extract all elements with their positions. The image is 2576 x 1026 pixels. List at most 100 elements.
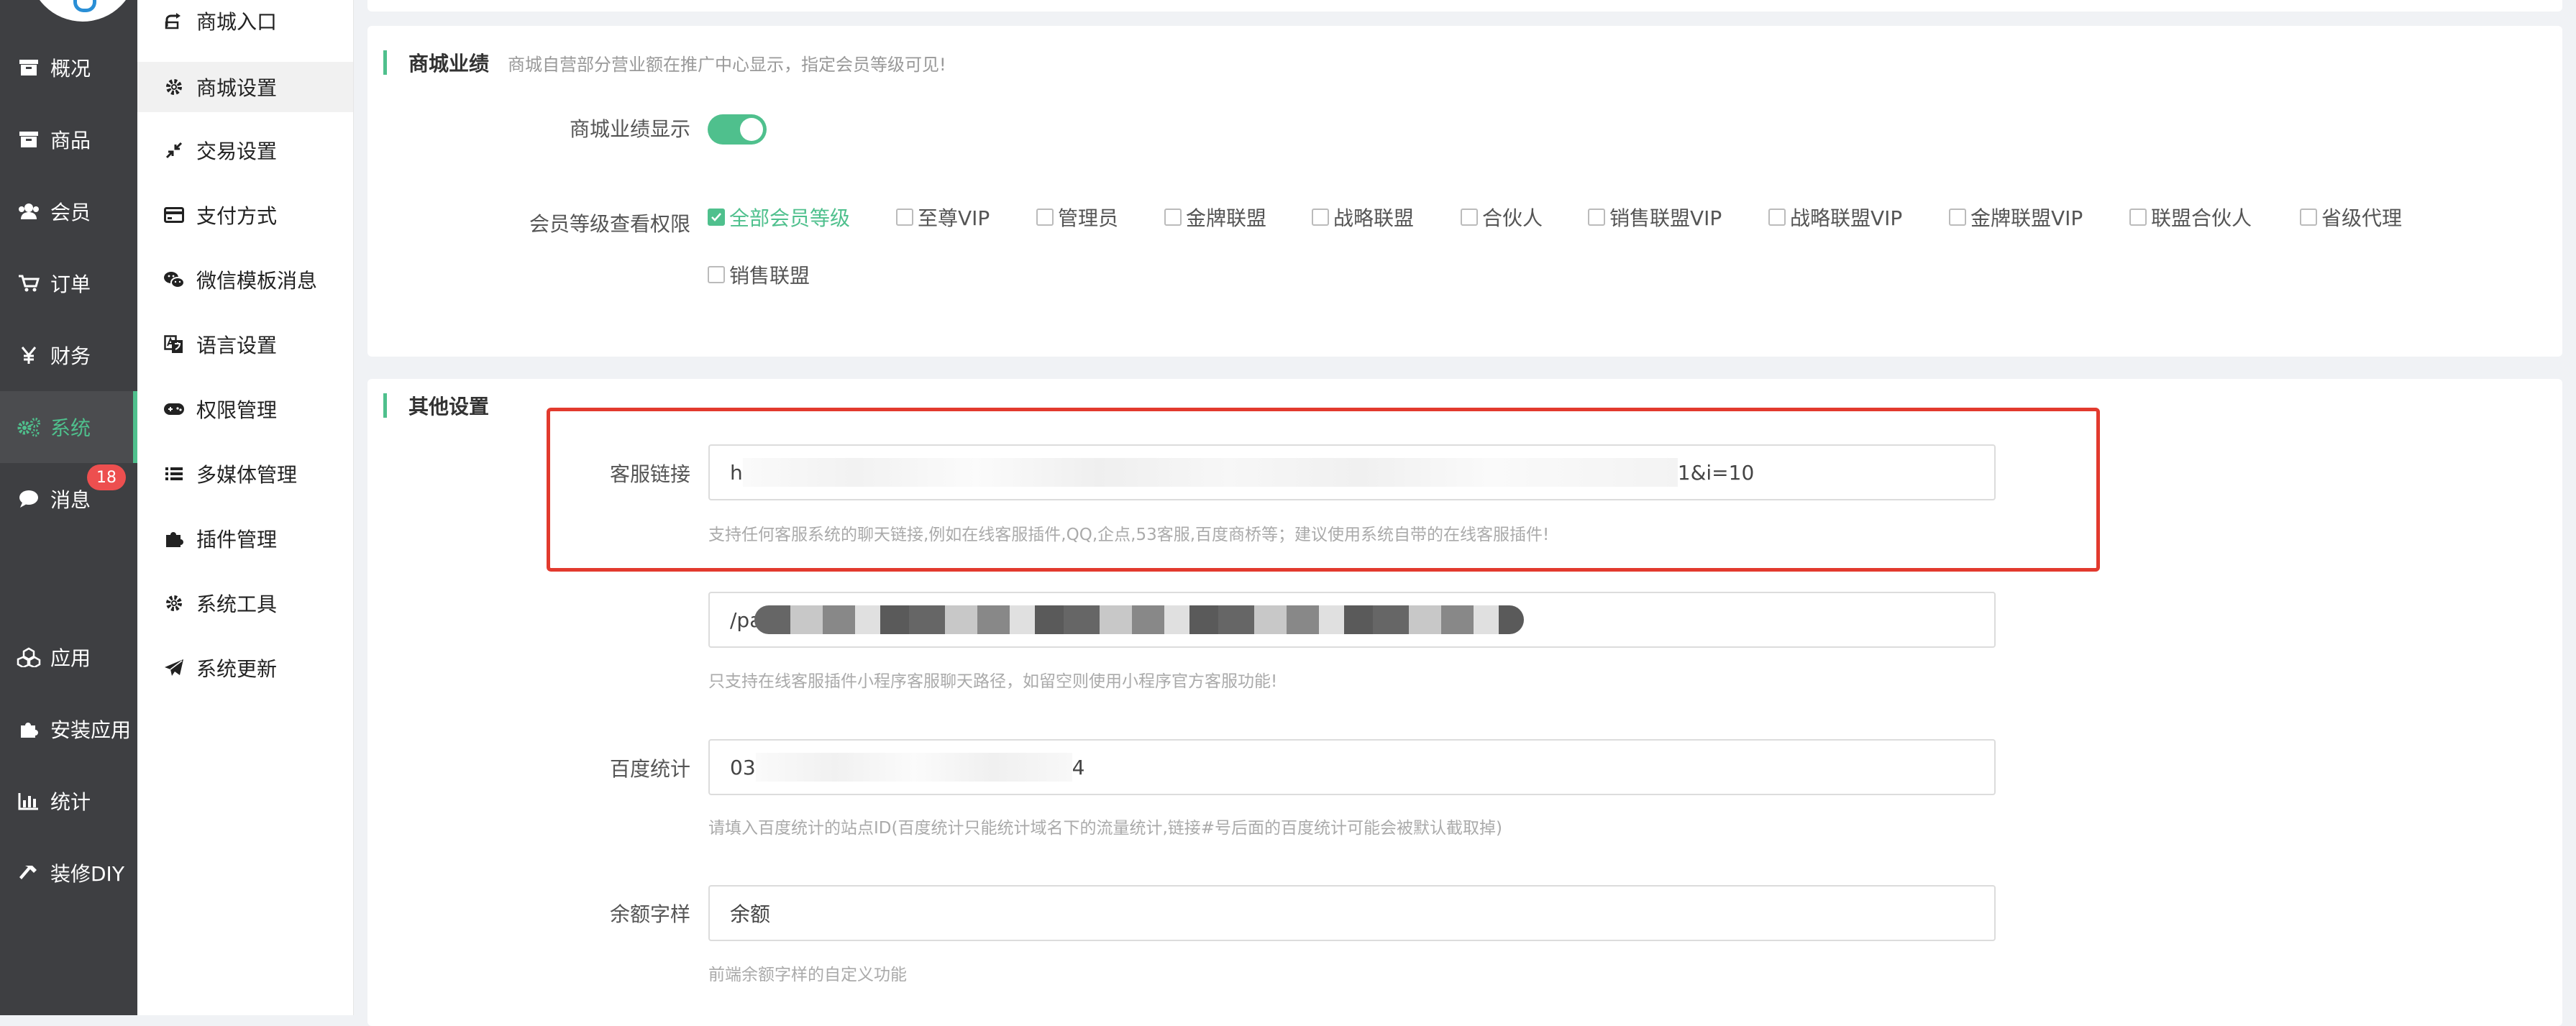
cart-icon (16, 274, 42, 293)
nav-item-label: 统计 (50, 790, 91, 814)
checkmark-icon (708, 209, 725, 226)
service-link-hint: 支持任何客服系统的聊天链接,例如在线客服插件,QQ,企点,53客服,百度商桥等；… (708, 526, 1550, 544)
section-title: 商城业绩 (408, 52, 490, 75)
member-level-checkbox[interactable]: 销售联盟VIP (1588, 203, 1722, 232)
compress-icon (163, 142, 185, 159)
subnav-item-5[interactable]: 语言设置 (137, 319, 353, 370)
checkbox-box (2300, 209, 2317, 226)
nav-item-5[interactable]: 系统 (0, 391, 137, 463)
share-icon (163, 12, 185, 29)
credit-card-icon (163, 207, 185, 223)
subnav-item-2[interactable]: 交易设置 (137, 125, 353, 175)
member-level-checkbox[interactable]: 战略联盟VIP (1768, 203, 1902, 232)
puzzle-icon (163, 528, 185, 549)
redacted-text (754, 605, 1525, 634)
main-sidebar: 概况 商品 会员 订单 财务 系统 消息 应用 安装应用 统计 装修DIY 18 (0, 0, 137, 1015)
hammer-icon (16, 863, 42, 883)
users-icon (16, 202, 42, 221)
subnav-item-7[interactable]: 多媒体管理 (137, 449, 353, 499)
member-level-label: 销售联盟VIP (1609, 206, 1722, 230)
section-header: 其他设置 (383, 393, 489, 418)
nav-item-4[interactable]: 财务 (0, 319, 137, 391)
nav-item-label: 财务 (50, 344, 91, 368)
display-label: 商城业绩显示 (569, 117, 690, 141)
puzzle-icon (16, 719, 42, 739)
checkbox-box (1949, 209, 1966, 226)
nav-item-label: 安装应用 (50, 718, 132, 742)
settings-subnav: 商城入口商城设置交易设置支付方式微信模板消息语言设置权限管理多媒体管理插件管理系… (137, 0, 354, 1015)
checkbox-box (1768, 209, 1786, 226)
checkbox-box (896, 209, 913, 226)
messages-badge: 18 (87, 464, 126, 490)
wechat-icon (163, 270, 185, 289)
nav-item-label: 应用 (50, 646, 91, 670)
nav-item-8[interactable]: 安装应用 (0, 693, 137, 765)
subnav-item-label: 系统更新 (196, 657, 278, 681)
gears-icon (16, 417, 42, 437)
subnav-item-6[interactable]: 权限管理 (137, 384, 353, 434)
redacted-text (755, 753, 1072, 782)
subnav-item-label: 商城设置 (196, 76, 278, 100)
baidu-stats-hint: 请填入百度统计的站点ID(百度统计只能统计域名下的流量统计,链接#号后面的百度统… (708, 819, 1503, 838)
bar-chart-icon (16, 792, 42, 810)
baidu-stats-input[interactable]: 03 4 (708, 739, 1996, 795)
performance-card: 商城业绩 商城自营部分营业额在推广中心显示，指定会员等级可见! 商城业绩显示 会… (367, 26, 2562, 357)
balance-wording-input[interactable]: 余额 (708, 885, 1996, 941)
subnav-item-3[interactable]: 支付方式 (137, 190, 353, 240)
gear-icon (163, 78, 185, 96)
service-link-input[interactable]: h 1&i=10 (708, 444, 1996, 500)
member-level-label: 全部会员等级 (729, 206, 851, 230)
nav-item-2[interactable]: 会员 (0, 175, 137, 247)
checkbox-box (1588, 209, 1605, 226)
member-level-checkbox[interactable]: 联盟合伙人 (2129, 203, 2252, 232)
checkbox-box (1036, 209, 1054, 226)
member-level-checkbox[interactable]: 销售联盟 (708, 260, 810, 289)
subnav-item-label: 系统工具 (196, 592, 278, 616)
member-level-label: 合伙人 (1482, 206, 1543, 230)
nav-item-label: 概况 (50, 57, 91, 81)
performance-display-toggle[interactable] (708, 114, 767, 145)
member-level-label: 销售联盟 (729, 264, 810, 288)
subnav-item-0[interactable]: 商城入口 (137, 0, 353, 46)
gear-icon (163, 595, 185, 612)
member-level-checkbox[interactable]: 金牌联盟 (1164, 203, 1266, 232)
previous-card (367, 0, 2562, 12)
member-level-checkbox[interactable]: 金牌联盟VIP (1949, 203, 2083, 232)
subnav-item-4[interactable]: 微信模板消息 (137, 255, 353, 305)
subnav-item-label: 权限管理 (196, 398, 278, 422)
subnav-item-label: 语言设置 (196, 334, 278, 357)
subnav-item-label: 插件管理 (196, 528, 278, 551)
mini-program-path-input[interactable]: /pa (708, 592, 1996, 648)
subnav-item-label: 多媒体管理 (196, 463, 298, 487)
subnav-item-10[interactable]: 系统更新 (137, 643, 353, 693)
nav-item-0[interactable]: 概况 (0, 32, 137, 104)
nav-item-10[interactable]: 装修DIY (0, 837, 137, 909)
checkbox-box (1312, 209, 1329, 226)
member-level-label: 战略联盟 (1333, 206, 1415, 230)
member-level-checkbox[interactable]: 合伙人 (1461, 203, 1543, 232)
nav-item-3[interactable]: 订单 (0, 247, 137, 319)
checkbox-box (1164, 209, 1182, 226)
nav-item-7[interactable]: 应用 (0, 621, 137, 693)
member-level-checkbox[interactable]: 战略联盟 (1312, 203, 1414, 232)
gamepad-icon (163, 401, 185, 417)
subnav-item-label: 交易设置 (196, 139, 278, 163)
box-icon (16, 130, 42, 149)
nav-item-label: 装修DIY (50, 862, 124, 886)
subnav-item-1[interactable]: 商城设置 (137, 62, 353, 112)
member-level-checkbox[interactable]: 全部会员等级 (708, 203, 850, 232)
subnav-item-8[interactable]: 插件管理 (137, 513, 353, 564)
member-level-checkbox[interactable]: 管理员 (1036, 203, 1118, 232)
subnav-item-9[interactable]: 系统工具 (137, 578, 353, 628)
member-level-checkbox[interactable]: 至尊VIP (896, 203, 990, 232)
member-level-label: 金牌联盟 (1186, 206, 1267, 230)
member-level-label: 联盟合伙人 (2151, 206, 2252, 230)
service-link-label: 客服链接 (609, 462, 690, 486)
nav-item-9[interactable]: 统计 (0, 765, 137, 837)
nav-item-1[interactable]: 商品 (0, 104, 137, 175)
member-level-label: 金牌联盟VIP (1970, 206, 2083, 230)
member-level-checkbox[interactable]: 省级代理 (2300, 203, 2402, 232)
yen-icon (16, 346, 42, 365)
balance-wording-hint: 前端余额字样的自定义功能 (708, 966, 907, 984)
chat-bubble-icon (16, 490, 42, 508)
